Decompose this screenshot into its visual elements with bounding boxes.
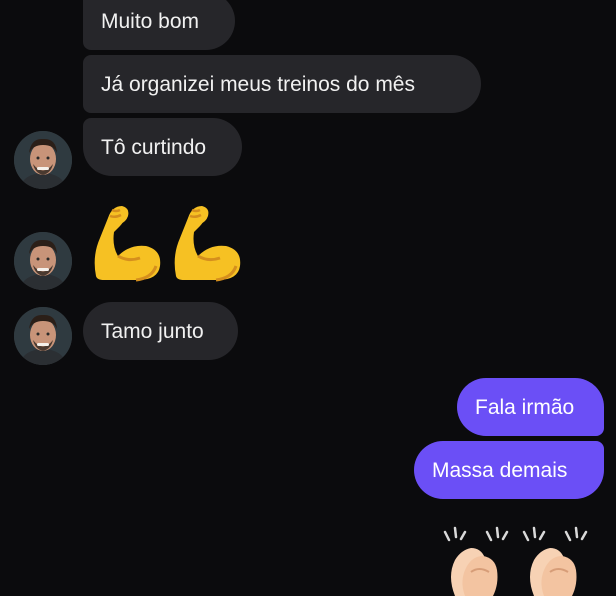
incoming-message-bubble[interactable]: Tô curtindo bbox=[83, 118, 242, 176]
person-photo-icon bbox=[14, 131, 72, 189]
clapping-hands-emoji[interactable] bbox=[437, 526, 517, 596]
outgoing-message-bubble[interactable]: Massa demais bbox=[414, 441, 604, 499]
person-photo-icon bbox=[14, 307, 72, 365]
clapping-hands-icon bbox=[522, 526, 588, 596]
flexed-biceps-emoji[interactable] bbox=[86, 200, 166, 282]
message-text: Muito bom bbox=[101, 9, 200, 33]
incoming-message-bubble[interactable]: Já organizei meus treinos do mês bbox=[83, 55, 481, 113]
clapping-hands-emoji[interactable] bbox=[516, 526, 596, 596]
chat-thread: Muito bom Já organizei meus treinos do m… bbox=[0, 0, 616, 596]
person-photo-icon bbox=[14, 232, 72, 290]
incoming-message-bubble[interactable]: Tamo junto bbox=[83, 302, 238, 360]
contact-avatar[interactable] bbox=[14, 232, 72, 290]
message-text: Massa demais bbox=[432, 458, 568, 482]
contact-avatar[interactable] bbox=[14, 131, 72, 189]
incoming-message-bubble[interactable]: Muito bom bbox=[83, 0, 235, 50]
flexed-biceps-icon bbox=[174, 206, 241, 282]
message-text: Tô curtindo bbox=[101, 135, 207, 159]
flexed-biceps-emoji[interactable] bbox=[166, 200, 246, 282]
contact-avatar[interactable] bbox=[14, 307, 72, 365]
message-text: Fala irmão bbox=[475, 395, 575, 419]
flexed-biceps-icon bbox=[94, 206, 161, 282]
message-text: Já organizei meus treinos do mês bbox=[101, 72, 415, 96]
clapping-hands-icon bbox=[443, 526, 509, 596]
outgoing-message-bubble[interactable]: Fala irmão bbox=[457, 378, 604, 436]
message-text: Tamo junto bbox=[101, 319, 204, 343]
